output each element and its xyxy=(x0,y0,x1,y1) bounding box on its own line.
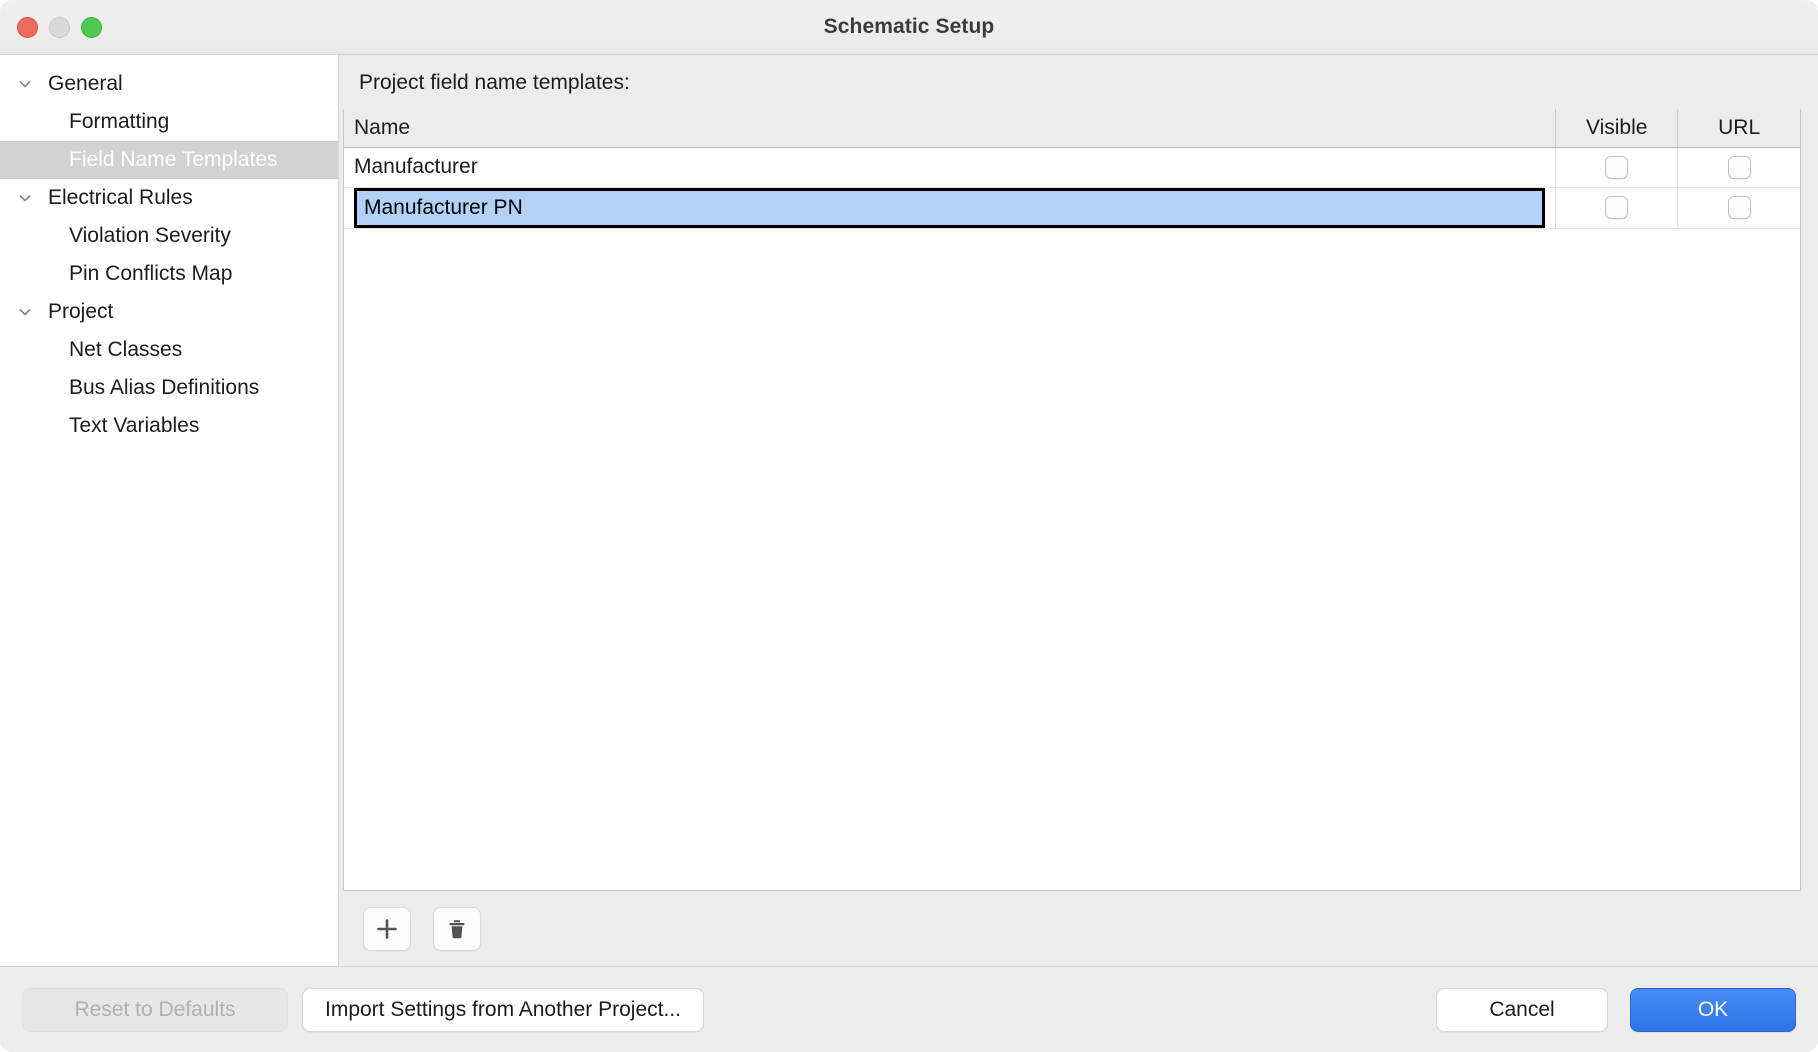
zoom-button[interactable] xyxy=(81,17,102,38)
cell-visible[interactable] xyxy=(1555,147,1679,188)
dialog-footer: Reset to Defaults Import Settings from A… xyxy=(0,966,1818,1052)
templates-table: Name Visible URL Manufacturer Manufactur… xyxy=(344,109,1800,229)
cell-url[interactable] xyxy=(1677,147,1800,188)
sidebar-item-pin-conflicts-map[interactable]: Pin Conflicts Map xyxy=(0,255,338,293)
sidebar-item-label: Formatting xyxy=(69,110,170,133)
sidebar-item-label: Text Variables xyxy=(69,414,200,437)
trash-icon xyxy=(445,917,469,941)
ok-button[interactable]: OK xyxy=(1630,987,1796,1032)
settings-panel: Project field name templates: Name Visib… xyxy=(339,55,1818,966)
minimize-button[interactable] xyxy=(49,17,70,38)
footer-right-buttons: Cancel OK xyxy=(1436,987,1796,1032)
sidebar-item-electrical-rules[interactable]: Electrical Rules xyxy=(0,179,338,217)
import-settings-button[interactable]: Import Settings from Another Project... xyxy=(302,987,704,1032)
reset-to-defaults-button[interactable]: Reset to Defaults xyxy=(22,987,288,1032)
cell-url[interactable] xyxy=(1677,187,1800,229)
cell-name[interactable]: Manufacturer PN xyxy=(344,187,1557,229)
url-checkbox[interactable] xyxy=(1727,155,1751,179)
close-button[interactable] xyxy=(17,17,38,38)
sidebar-item-violation-severity[interactable]: Violation Severity xyxy=(0,217,338,255)
sidebar-item-label: Violation Severity xyxy=(69,224,231,247)
section-label: Project field name templates: xyxy=(339,55,1818,109)
cell-visible[interactable] xyxy=(1555,187,1679,229)
sidebar-item-bus-alias-definitions[interactable]: Bus Alias Definitions xyxy=(0,369,338,407)
table-row[interactable]: Manufacturer xyxy=(344,147,1800,188)
chevron-down-icon[interactable] xyxy=(14,301,36,323)
field-name-templates-grid: Name Visible URL Manufacturer Manufactur… xyxy=(343,109,1801,891)
url-checkbox[interactable] xyxy=(1727,196,1751,220)
column-header-url[interactable]: URL xyxy=(1677,109,1800,148)
column-header-name[interactable]: Name xyxy=(344,109,1557,148)
grid-toolbar xyxy=(339,891,1818,966)
sidebar-item-general[interactable]: General xyxy=(0,65,338,103)
cancel-button[interactable]: Cancel xyxy=(1436,987,1608,1032)
dialog-body: General Formatting Field Name Templates … xyxy=(0,55,1818,966)
footer-left-buttons: Reset to Defaults Import Settings from A… xyxy=(22,987,704,1032)
sidebar-item-field-name-templates[interactable]: Field Name Templates xyxy=(0,141,338,179)
table-row[interactable]: Manufacturer PN xyxy=(344,187,1800,229)
table-header: Name Visible URL xyxy=(344,109,1800,148)
sidebar-item-formatting[interactable]: Formatting xyxy=(0,103,338,141)
title-bar: Schematic Setup xyxy=(0,0,1818,55)
delete-template-button[interactable] xyxy=(433,906,481,951)
table-body: Manufacturer Manufacturer PN xyxy=(344,147,1800,229)
sidebar-item-label: Electrical Rules xyxy=(48,186,193,209)
window-title: Schematic Setup xyxy=(823,15,995,38)
schematic-setup-dialog: Schematic Setup General Formatting Field… xyxy=(0,0,1818,1052)
plus-icon xyxy=(374,916,400,942)
grid-empty-area[interactable] xyxy=(344,228,1800,890)
chevron-down-icon[interactable] xyxy=(14,73,36,95)
sidebar-item-label: Net Classes xyxy=(69,338,183,361)
cell-name[interactable]: Manufacturer xyxy=(344,147,1557,188)
table-header-row: Name Visible URL xyxy=(344,109,1800,148)
sidebar-item-label: Project xyxy=(48,300,114,323)
sidebar-item-label: General xyxy=(48,72,123,95)
visible-checkbox[interactable] xyxy=(1605,155,1629,179)
column-header-visible[interactable]: Visible xyxy=(1555,109,1679,148)
settings-sidebar: General Formatting Field Name Templates … xyxy=(0,55,339,966)
sidebar-item-project[interactable]: Project xyxy=(0,293,338,331)
sidebar-item-label: Bus Alias Definitions xyxy=(69,376,260,399)
sidebar-item-net-classes[interactable]: Net Classes xyxy=(0,331,338,369)
visible-checkbox[interactable] xyxy=(1605,196,1629,220)
window-controls xyxy=(17,0,102,55)
sidebar-item-label: Pin Conflicts Map xyxy=(69,262,233,285)
name-cell-editor[interactable]: Manufacturer PN xyxy=(354,187,1546,228)
sidebar-item-label: Field Name Templates xyxy=(69,148,278,171)
add-template-button[interactable] xyxy=(363,906,411,951)
chevron-down-icon[interactable] xyxy=(14,187,36,209)
sidebar-item-text-variables[interactable]: Text Variables xyxy=(0,407,338,445)
